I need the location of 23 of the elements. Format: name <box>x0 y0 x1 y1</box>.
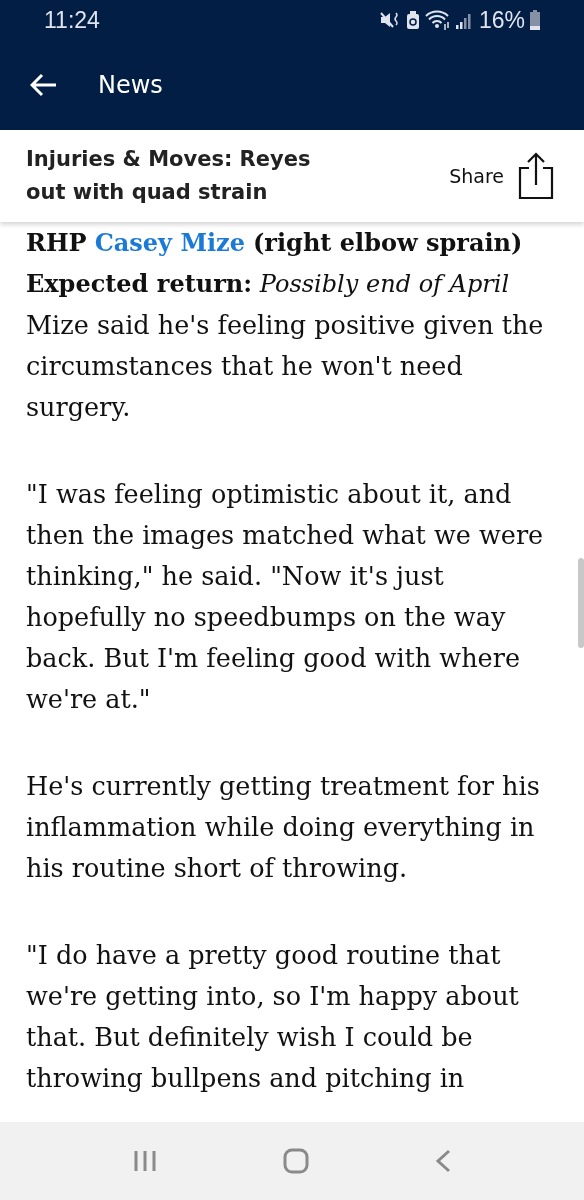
injury-label: (right elbow sprain) <box>253 227 523 259</box>
status-time: 11:24 <box>44 6 100 34</box>
share-icon <box>518 152 554 200</box>
article-paragraph: "I do have a pretty good routine that we're getting into, so I'm happy about that. But definitely wish I could be throwing bullpens and pitching in <box>26 939 520 1095</box>
article-paragraph: "I was feeling optimistic about it, and then the images matched what we were thinking," he said. "Now it's just hopefully no speedbumps on the way back. But I'm feeling good with where we're at." <box>26 478 545 716</box>
wifi-icon <box>424 10 451 30</box>
signal-icon <box>455 11 474 29</box>
article-paragraph: He's currently getting treatment for his inflammation while doing everything in his routine short of throwing. <box>26 770 541 885</box>
recent-apps-icon[interactable] <box>133 1150 157 1172</box>
back-arrow-icon[interactable] <box>30 73 58 97</box>
back-icon[interactable] <box>435 1149 451 1173</box>
app-bar-title: News <box>98 71 163 99</box>
share-button[interactable]: Share <box>449 152 554 200</box>
article-title: Injuries & Moves: Reyes out with quad strain <box>26 146 312 206</box>
battery-saver-icon <box>405 11 420 29</box>
position-label: RHP <box>26 227 87 259</box>
expected-return: Expected return: Possibly end of April <box>26 268 511 300</box>
battery-percent: 16% <box>478 6 525 34</box>
home-icon[interactable] <box>283 1148 309 1174</box>
article-paragraph: Mize said he's feeling positive given the circumstances that he won't need surgery. <box>26 309 545 424</box>
player-link[interactable]: Casey Mize <box>94 222 245 263</box>
battery-icon <box>530 10 540 30</box>
mute-icon <box>378 11 401 29</box>
